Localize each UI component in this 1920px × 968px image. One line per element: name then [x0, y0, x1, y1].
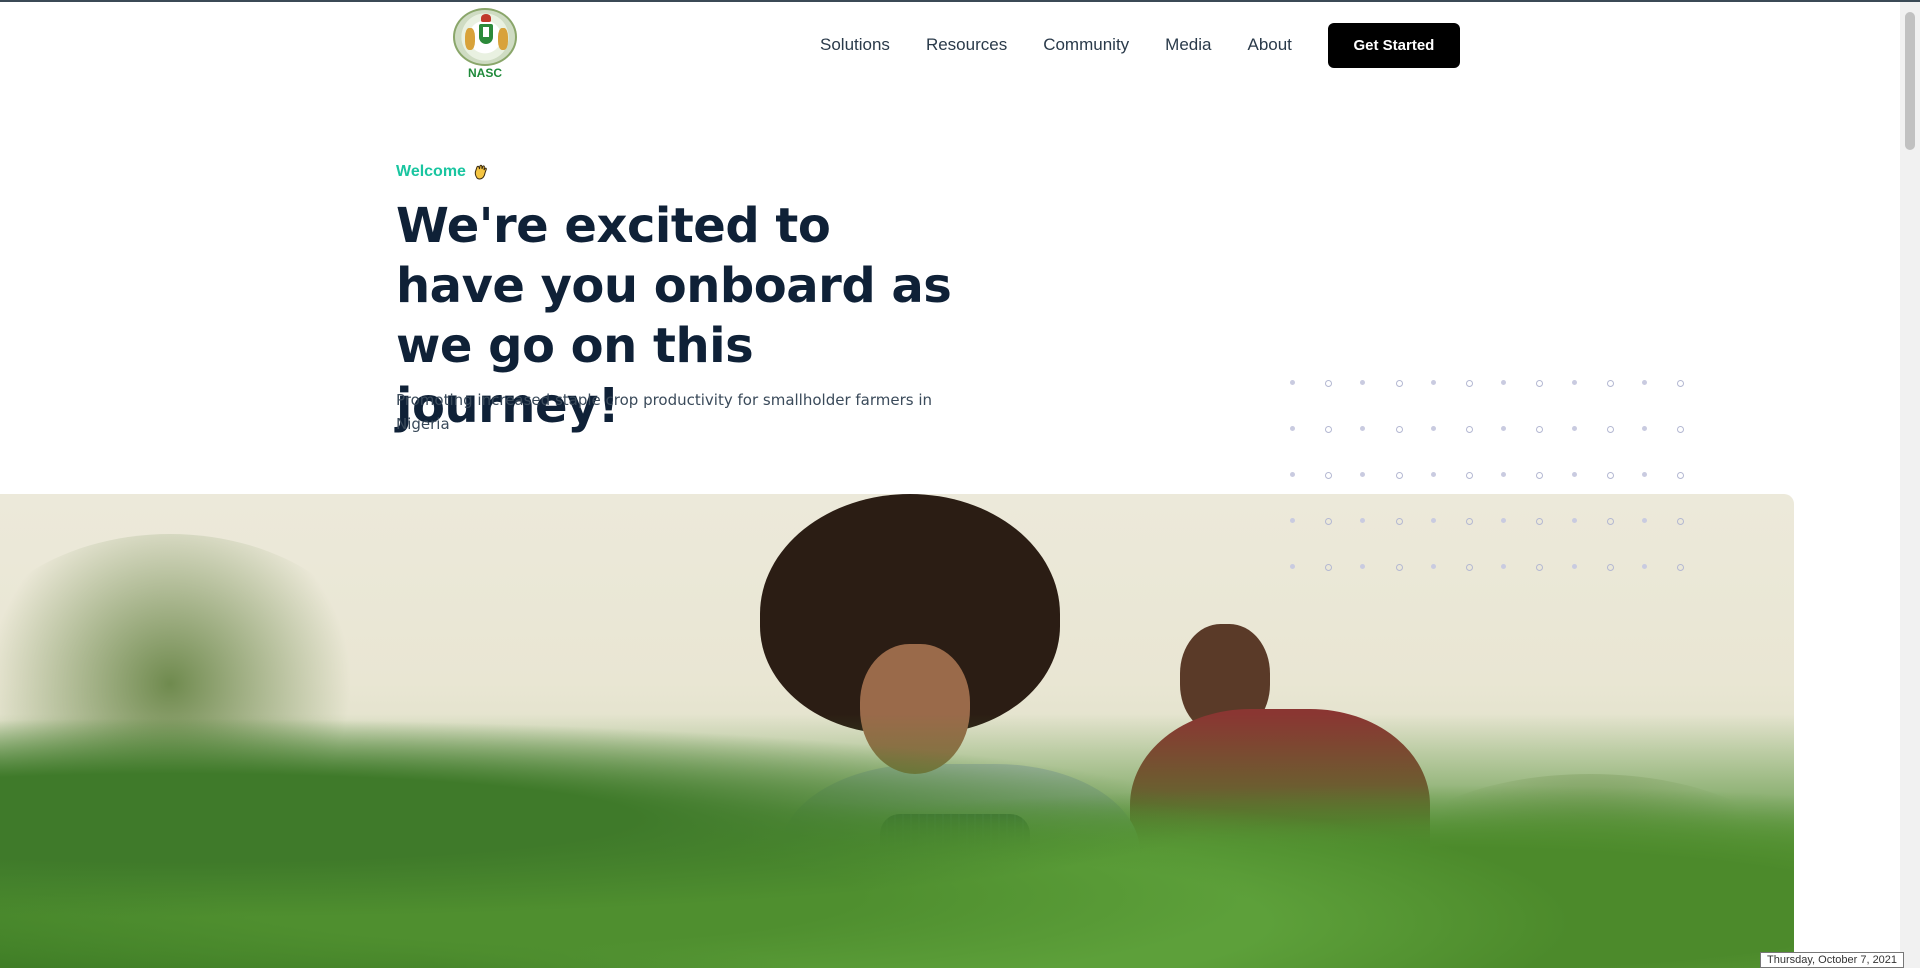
- grid-dot: [1430, 564, 1436, 569]
- grid-dot: [1430, 472, 1436, 477]
- grid-dot: [1606, 564, 1614, 571]
- page-scrollbar[interactable]: [1900, 2, 1920, 968]
- grid-dot: [1677, 518, 1685, 525]
- grid-dot: [1466, 380, 1473, 387]
- grid-dot: [1606, 518, 1614, 525]
- grid-dot: [1360, 472, 1366, 477]
- crop-foliage: [0, 714, 1794, 968]
- grid-dot: [1325, 564, 1333, 571]
- grid-dot: [1501, 518, 1507, 523]
- grid-dot: [1677, 472, 1685, 479]
- grid-dot: [1642, 564, 1647, 569]
- coat-of-arms-icon: [453, 8, 517, 66]
- grid-dot: [1395, 426, 1403, 433]
- grid-dot: [1430, 380, 1436, 385]
- nav-media[interactable]: Media: [1165, 35, 1211, 55]
- hero-subtext: Promoting increased staple crop producti…: [396, 391, 933, 433]
- grid-dot: [1571, 472, 1577, 477]
- grid-dot: [1360, 518, 1366, 523]
- nav-resources[interactable]: Resources: [926, 35, 1007, 55]
- grid-dot: [1360, 426, 1366, 431]
- nasc-logo[interactable]: NASC: [450, 8, 520, 80]
- get-started-button[interactable]: Get Started: [1327, 22, 1460, 68]
- grid-dot: [1290, 518, 1295, 523]
- grid-dot: [1325, 426, 1333, 433]
- grid-dot: [1571, 518, 1577, 523]
- grid-dot: [1290, 472, 1295, 477]
- grid-dot: [1395, 518, 1403, 525]
- grid-dot: [1360, 564, 1366, 569]
- grid-dot: [1466, 472, 1473, 479]
- nav-about[interactable]: About: [1247, 35, 1291, 55]
- grid-dot: [1501, 472, 1507, 477]
- grid-dot: [1466, 518, 1473, 525]
- welcome-label: Welcome: [396, 163, 490, 181]
- grid-dot: [1501, 380, 1507, 385]
- grid-dot: [1466, 426, 1473, 433]
- grid-dot: [1430, 426, 1436, 431]
- grid-dot: [1360, 380, 1366, 385]
- grid-dot: [1395, 564, 1403, 571]
- grid-dot: [1536, 380, 1544, 387]
- grid-dot: [1536, 472, 1544, 479]
- nav-solutions[interactable]: Solutions: [820, 35, 890, 55]
- date-tooltip: Thursday, October 7, 2021: [1760, 952, 1905, 968]
- decorative-dot-grid: [1290, 380, 1690, 580]
- grain-left-icon: [465, 28, 475, 50]
- grid-dot: [1571, 564, 1577, 569]
- grid-dot: [1642, 472, 1647, 477]
- scrollbar-thumb[interactable]: [1905, 12, 1915, 150]
- grid-dot: [1606, 380, 1614, 387]
- grid-dot: [1642, 426, 1647, 431]
- grid-dot: [1466, 564, 1473, 571]
- nav-community[interactable]: Community: [1043, 35, 1129, 55]
- grid-dot: [1501, 564, 1507, 569]
- grid-dot: [1325, 380, 1333, 387]
- grid-dot: [1501, 426, 1507, 431]
- grid-dot: [1536, 426, 1544, 433]
- grid-dot: [1290, 380, 1295, 385]
- eagle-icon: [481, 14, 491, 22]
- grid-dot: [1430, 518, 1436, 523]
- grid-dot: [1571, 380, 1577, 385]
- grid-dot: [1571, 426, 1577, 431]
- waving-hand-icon: [472, 163, 490, 181]
- site-header: NASC Solutions Resources Community Media…: [0, 2, 1900, 88]
- grid-dot: [1325, 472, 1333, 479]
- grid-dot: [1536, 518, 1544, 525]
- grain-right-icon: [498, 28, 508, 50]
- grid-dot: [1642, 518, 1647, 523]
- grid-dot: [1677, 564, 1685, 571]
- shield-icon: [479, 24, 493, 44]
- logo-text: NASC: [467, 66, 502, 80]
- main-nav: Solutions Resources Community Media Abou…: [820, 22, 1460, 68]
- grid-dot: [1290, 564, 1295, 569]
- welcome-text: Welcome: [396, 163, 466, 180]
- grid-dot: [1395, 380, 1403, 387]
- grid-dot: [1325, 518, 1333, 525]
- grid-dot: [1536, 564, 1544, 571]
- grid-dot: [1677, 426, 1685, 433]
- grid-dot: [1290, 426, 1295, 431]
- grid-dot: [1606, 426, 1614, 433]
- grid-dot: [1642, 380, 1647, 385]
- grid-dot: [1606, 472, 1614, 479]
- grid-dot: [1677, 380, 1685, 387]
- grid-dot: [1395, 472, 1403, 479]
